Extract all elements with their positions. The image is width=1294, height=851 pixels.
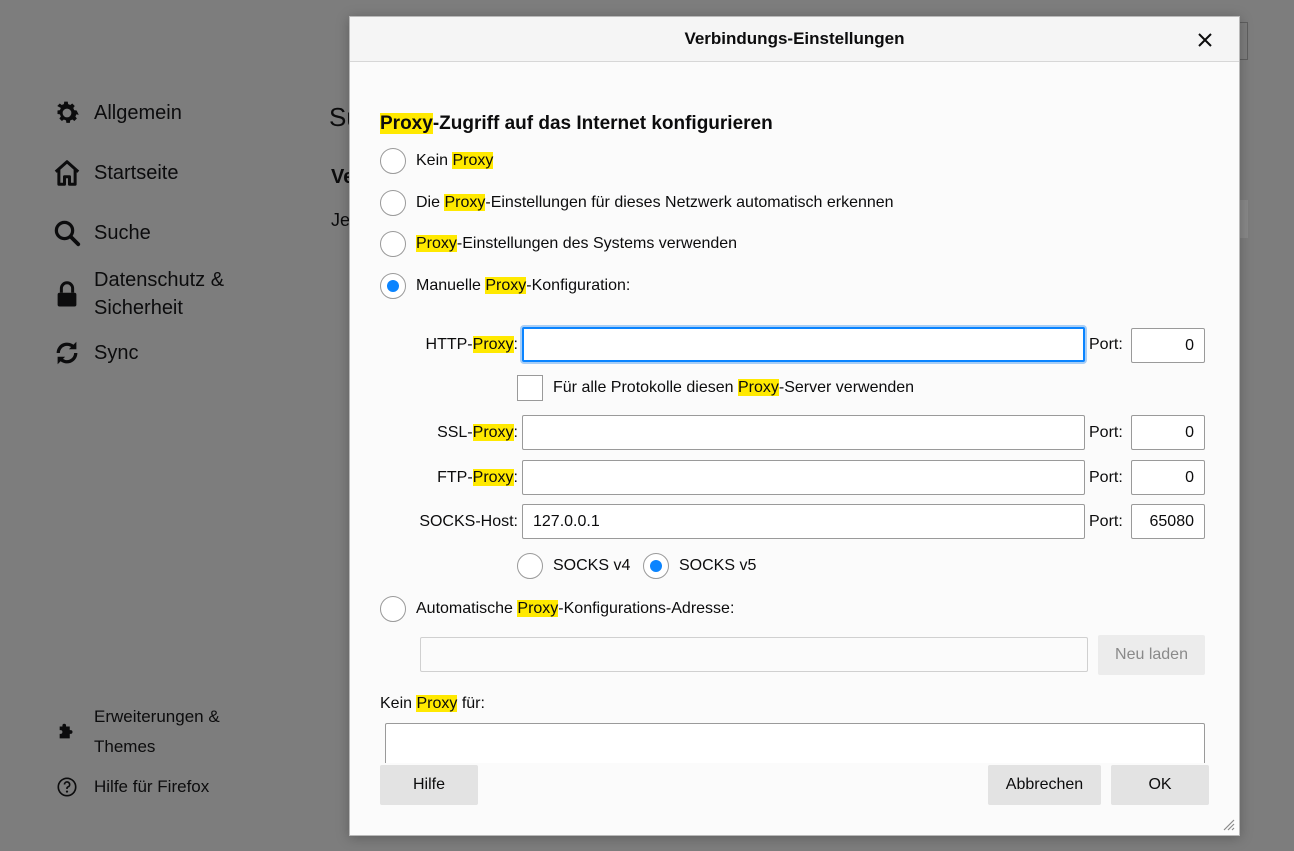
option-label: Proxy-Einstellungen des Systems verwende… [416,235,738,252]
sidebar-item-label: Sync [94,341,139,364]
option-auto-config-url[interactable]: Automatische Proxy-Konfigurations-Adress… [380,596,734,622]
proxy-heading: Proxy-Zugriff auf das Internet konfiguri… [380,113,773,135]
sidebar-item-help[interactable]: Hilfe für Firefox [54,772,209,802]
sidebar-item-search[interactable]: Suche [52,218,151,248]
no-proxy-textarea[interactable] [385,723,1205,763]
ok-button[interactable]: OK [1111,765,1209,805]
no-proxy-label: Kein Proxy für: [380,695,485,712]
ftp-port-label: Port: [1089,469,1123,486]
option-manual-proxy[interactable]: Manuelle Proxy-Konfiguration: [380,273,630,299]
dialog-titlebar: Verbindungs-Einstellungen [350,17,1239,62]
checkbox-label: Für alle Protokolle diesen Proxy-Server … [553,379,915,396]
sidebar-item-home[interactable]: Startseite [52,158,178,188]
socks-v5-option[interactable]: SOCKS v5 [643,553,756,579]
connection-settings-dialog: Verbindungs-Einstellungen Proxy-Zugriff … [349,16,1240,836]
socks-port-input[interactable]: 65080 [1131,504,1205,539]
option-auto-detect[interactable]: Die Proxy-Einstellungen für dieses Netzw… [380,190,894,216]
sidebar-item-privacy[interactable]: Datenschutz & Sicherheit [52,266,244,322]
sidebar-item-label: Erweiterungen & Themes [94,707,220,756]
sidebar-item-sync[interactable]: Sync [52,338,138,368]
resize-grip-icon[interactable] [1221,817,1235,831]
ftp-proxy-label: FTP-Proxy: [437,469,518,486]
radio-auto-config-url[interactable] [380,596,406,622]
option-label: Automatische Proxy-Konfigurations-Adress… [416,600,735,617]
option-label: Kein Proxy [416,152,494,169]
option-label: Manuelle Proxy-Konfiguration: [416,277,631,294]
cancel-button[interactable]: Abbrechen [988,765,1101,805]
ssl-proxy-label: SSL-Proxy: [437,424,518,441]
radio-no-proxy[interactable] [380,148,406,174]
http-port-input[interactable]: 0 [1131,328,1205,363]
http-proxy-label: HTTP-Proxy: [425,336,518,353]
sidebar-item-label: Allgemein [94,101,182,124]
lock-icon [52,279,82,309]
search-icon [52,218,82,248]
radio-auto-detect[interactable] [380,190,406,216]
heading-highlight: Proxy [380,113,433,134]
close-button[interactable] [1191,26,1219,54]
radio-socks-v5[interactable] [643,553,669,579]
heading-text: -Zugriff auf das Internet konfigurieren [432,113,773,134]
sync-icon [52,338,82,368]
socks-port-label: Port: [1089,513,1123,530]
option-label: SOCKS v5 [679,557,757,574]
radio-socks-v4[interactable] [517,553,543,579]
ssl-port-label: Port: [1089,424,1123,441]
radio-manual-proxy[interactable] [380,273,406,299]
option-no-proxy[interactable]: Kein Proxy [380,148,494,174]
sidebar-item-label: Suche [94,221,151,244]
home-icon [52,158,82,188]
sidebar-item-general[interactable]: Allgemein [52,98,182,128]
ftp-port-input[interactable]: 0 [1131,460,1205,495]
help-icon [54,774,80,800]
sidebar-item-addons[interactable]: Erweiterungen & Themes [54,702,234,762]
socks-host-input[interactable]: 127.0.0.1 [522,504,1085,539]
ftp-proxy-input[interactable] [522,460,1085,495]
dialog-title: Verbindungs-Einstellungen [684,29,905,48]
all-protocols-checkbox-row[interactable]: Für alle Protokolle diesen Proxy-Server … [517,375,914,401]
auto-config-url-input[interactable] [420,637,1088,672]
ssl-port-input[interactable]: 0 [1131,415,1205,450]
gear-icon [52,98,82,128]
http-proxy-input[interactable] [522,327,1085,362]
close-icon [1198,33,1212,47]
sidebar-item-label: Datenschutz & Sicherheit [94,269,225,319]
option-label: SOCKS v4 [553,557,631,574]
section-text: Je [331,210,351,230]
help-button[interactable]: Hilfe [380,765,478,805]
socks-host-label: SOCKS-Host: [419,513,518,530]
ssl-proxy-input[interactable] [522,415,1085,450]
sidebar-item-label: Hilfe für Firefox [94,777,210,796]
dialog-content: Proxy-Zugriff auf das Internet konfiguri… [350,63,1239,763]
radio-system-proxy[interactable] [380,231,406,257]
sidebar-item-label: Startseite [94,161,179,184]
option-label: Die Proxy-Einstellungen für dieses Netzw… [416,194,894,211]
option-system-proxy[interactable]: Proxy-Einstellungen des Systems verwende… [380,231,737,257]
puzzle-icon [54,719,80,745]
all-protocols-checkbox[interactable] [517,375,543,401]
socks-v4-option[interactable]: SOCKS v4 [517,553,630,579]
http-port-label: Port: [1089,336,1123,353]
reload-button[interactable]: Neu laden [1098,635,1205,675]
